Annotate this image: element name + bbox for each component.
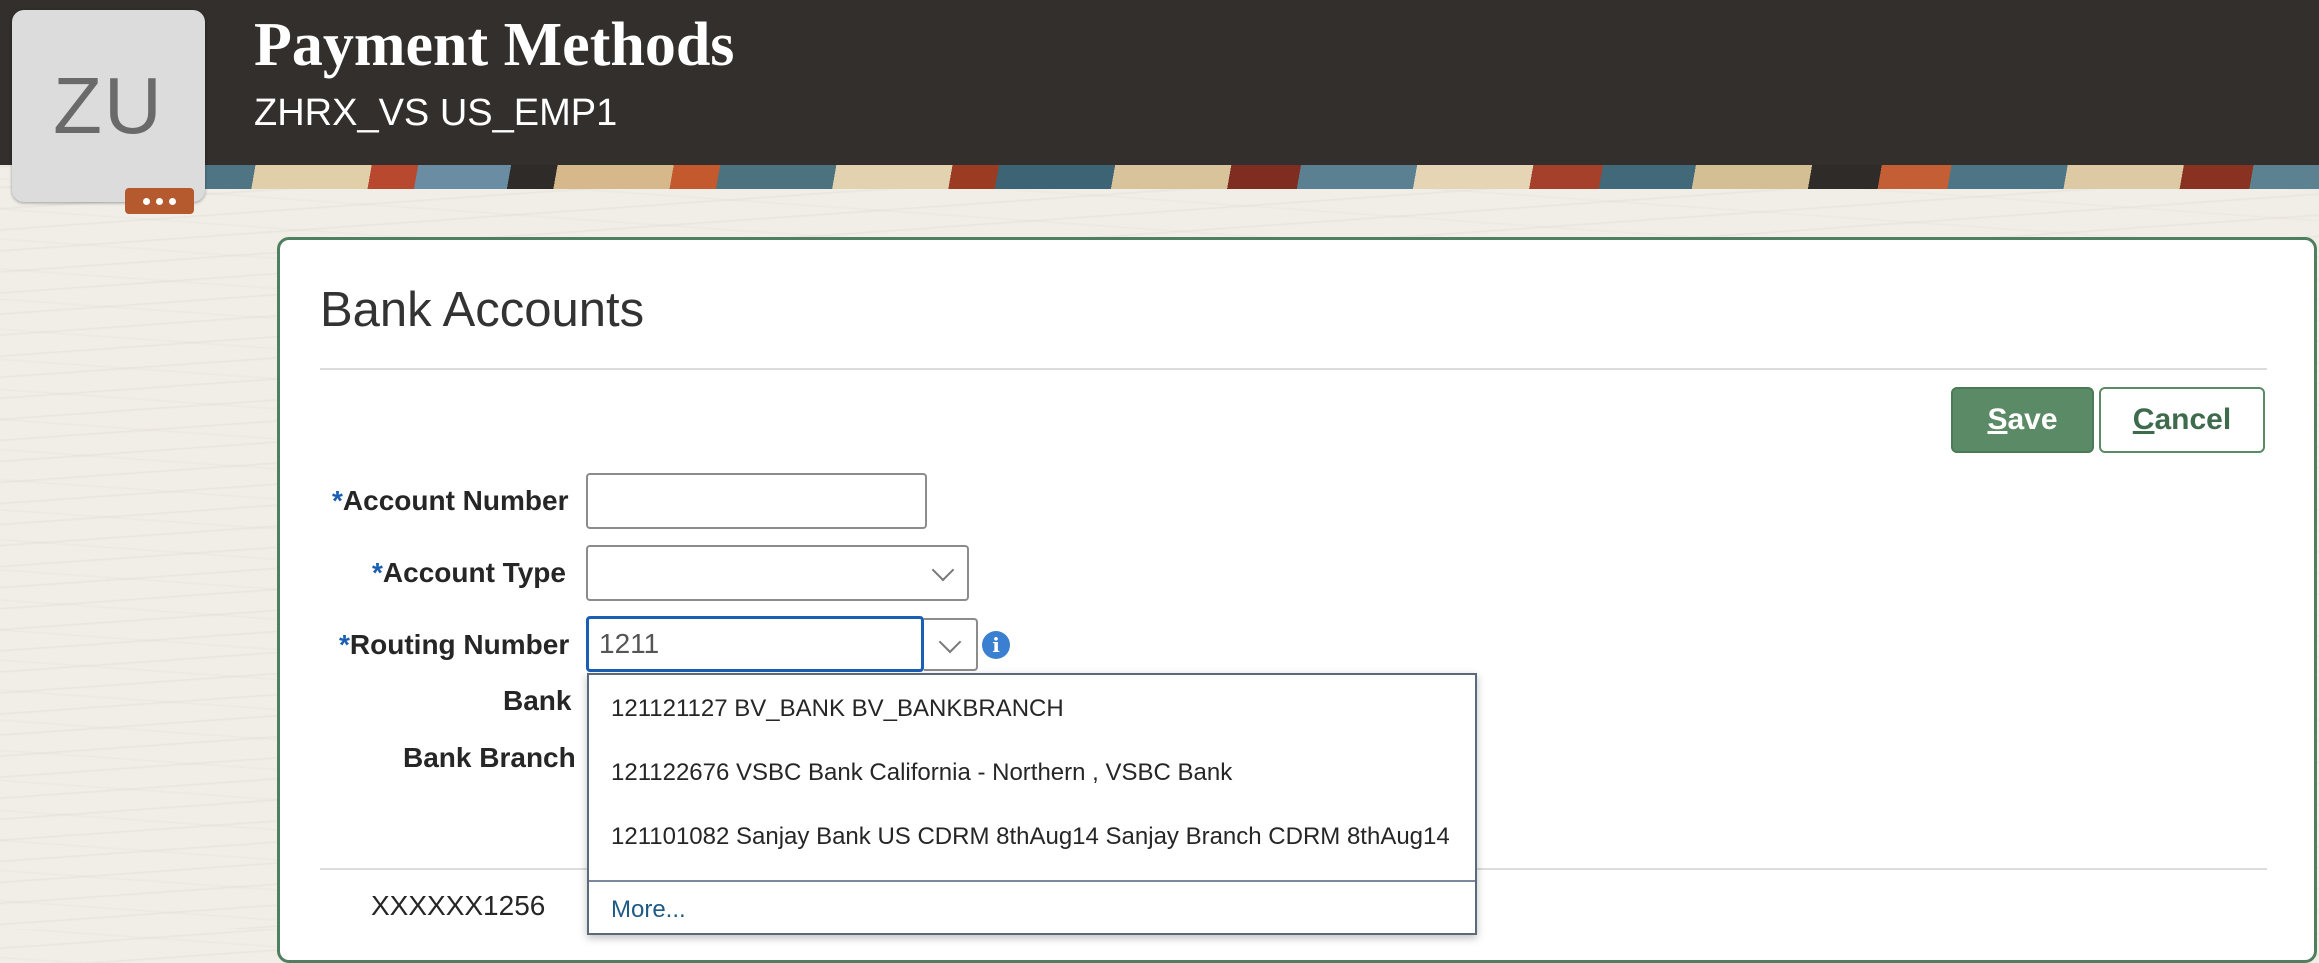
dropdown-divider: [589, 880, 1475, 882]
masked-account-number: XXXXXX1256: [371, 890, 546, 921]
save-label: ave: [2007, 403, 2058, 436]
chevron-down-icon: [931, 558, 955, 582]
divider: [320, 368, 2267, 370]
bank-label: Bank: [503, 685, 572, 716]
bank-branch-label: Bank Branch: [403, 742, 576, 773]
account-number-field[interactable]: [586, 473, 927, 529]
avatar-initials: ZU: [53, 61, 164, 150]
dropdown-option[interactable]: 121121127 BV_BANK BV_BANKBRANCH: [611, 695, 1064, 723]
routing-number-label: *Routing Number: [339, 629, 569, 661]
account-type-label-text: Account Type: [382, 557, 566, 588]
account-type-label: *Account Type: [372, 557, 566, 589]
dropdown-option[interactable]: 121122676 VSBC Bank California - Norther…: [611, 759, 1232, 787]
page-subtitle: ZHRX_VS US_EMP1: [254, 92, 618, 134]
cancel-accesskey: C: [2132, 403, 2155, 436]
save-button[interactable]: Save: [1951, 387, 2094, 453]
info-icon[interactable]: i: [982, 631, 1010, 659]
account-number-label: *Account Number: [332, 485, 568, 517]
more-link[interactable]: More...: [611, 896, 686, 924]
avatar[interactable]: ZU: [12, 10, 205, 202]
required-marker: *: [339, 629, 350, 660]
page-title: Payment Methods: [254, 11, 735, 79]
account-type-select[interactable]: [586, 545, 969, 601]
cancel-label: ancel: [2154, 403, 2232, 436]
chevron-down-icon: [938, 630, 962, 654]
routing-number-label-text: Routing Number: [349, 629, 570, 660]
section-title: Bank Accounts: [320, 283, 645, 337]
dropdown-option[interactable]: 121101082 Sanjay Bank US CDRM 8thAug14 S…: [611, 823, 1450, 851]
cancel-button[interactable]: Cancel: [2099, 387, 2265, 453]
ellipsis-icon[interactable]: [125, 188, 194, 214]
decorative-banner: [0, 165, 2319, 189]
required-marker: *: [372, 557, 383, 588]
required-marker: *: [332, 485, 343, 516]
routing-number-input[interactable]: 1211: [586, 616, 924, 672]
routing-number-value: 1211: [599, 628, 660, 659]
routing-number-dropdown: 121121127 BV_BANK BV_BANKBRANCH 12112267…: [587, 673, 1477, 935]
routing-number-dropdown-button[interactable]: [924, 618, 978, 671]
save-accesskey: S: [1987, 403, 2008, 436]
account-number-label-text: Account Number: [342, 485, 569, 516]
